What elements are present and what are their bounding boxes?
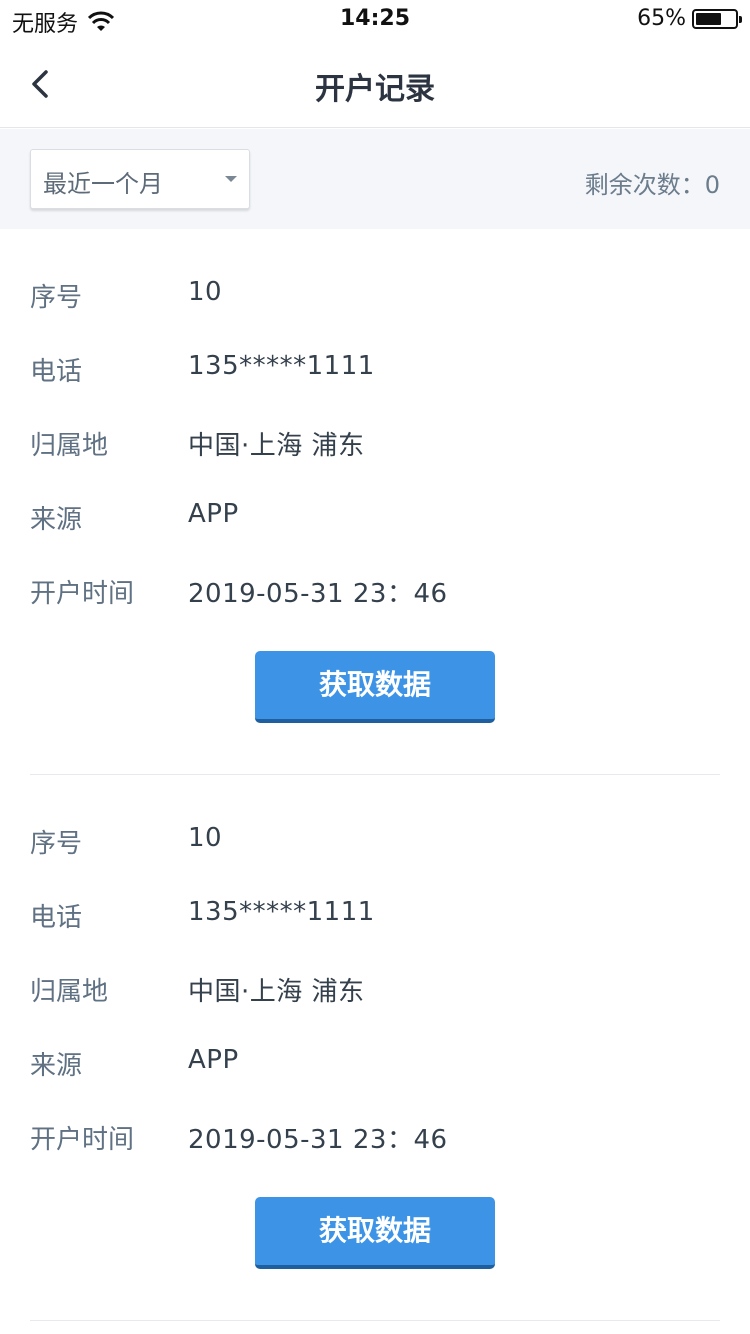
time-value: 2019-05-31 23：46 [188, 579, 448, 609]
battery-percent: 65% [637, 6, 686, 31]
remaining-value: 0 [704, 171, 720, 199]
status-right: 65% [637, 6, 742, 31]
location-value: 中国·上海 浦东 [188, 977, 365, 1007]
fetch-data-button[interactable]: 获取数据 [255, 651, 495, 723]
serial-label: 序号 [30, 283, 83, 313]
time-row: 开户时间 2019-05-31 23：46 [0, 573, 750, 613]
record-card: 序号 10 电话 135*****1111 归属地 中国·上海 浦东 来源 AP… [0, 229, 750, 775]
location-label: 归属地 [30, 431, 109, 461]
time-value: 2019-05-31 23：46 [188, 1125, 448, 1155]
time-row: 开户时间 2019-05-31 23：46 [0, 1119, 750, 1159]
fetch-data-button[interactable]: 获取数据 [255, 1197, 495, 1269]
filter-bar: 最近一个月 剩余次数：0 [0, 129, 750, 229]
phone-label: 电话 [30, 357, 83, 387]
period-select[interactable]: 最近一个月 [30, 149, 250, 209]
location-row: 归属地 中国·上海 浦东 [0, 425, 750, 465]
remaining-label: 剩余次数： [584, 171, 705, 199]
battery-level [696, 12, 721, 25]
source-label: 来源 [30, 1051, 83, 1081]
phone-value: 135*****1111 [188, 897, 375, 927]
location-label: 归属地 [30, 977, 109, 1007]
serial-label: 序号 [30, 829, 83, 859]
time-label: 开户时间 [30, 579, 135, 609]
remaining-count: 剩余次数：0 [585, 165, 720, 200]
source-value: APP [188, 1045, 239, 1075]
phone-label: 电话 [30, 903, 83, 933]
divider [30, 1320, 720, 1321]
serial-row: 序号 10 [0, 823, 750, 863]
status-bar: 无服务 14:25 65% [0, 0, 750, 40]
nav-bar: 开户记录 [0, 40, 750, 128]
page-title: 开户记录 [315, 72, 435, 107]
serial-row: 序号 10 [0, 277, 750, 317]
time-label: 开户时间 [30, 1125, 135, 1155]
phone-row: 电话 135*****1111 [0, 351, 750, 391]
period-select-value: 最近一个月 [43, 170, 163, 198]
serial-value: 10 [188, 823, 223, 853]
source-value: APP [188, 499, 239, 529]
location-value: 中国·上海 浦东 [188, 431, 365, 461]
battery-tip [739, 15, 742, 23]
location-row: 归属地 中国·上海 浦东 [0, 971, 750, 1011]
source-label: 来源 [30, 505, 83, 535]
source-row: 来源 APP [0, 1045, 750, 1085]
source-row: 来源 APP [0, 499, 750, 539]
battery-icon [692, 8, 742, 29]
phone-row: 电话 135*****1111 [0, 897, 750, 937]
caret-down-icon [225, 176, 237, 182]
serial-value: 10 [188, 277, 223, 307]
phone-value: 135*****1111 [188, 351, 375, 381]
record-card: 序号 10 电话 135*****1111 归属地 中国·上海 浦东 来源 AP… [0, 775, 750, 1321]
